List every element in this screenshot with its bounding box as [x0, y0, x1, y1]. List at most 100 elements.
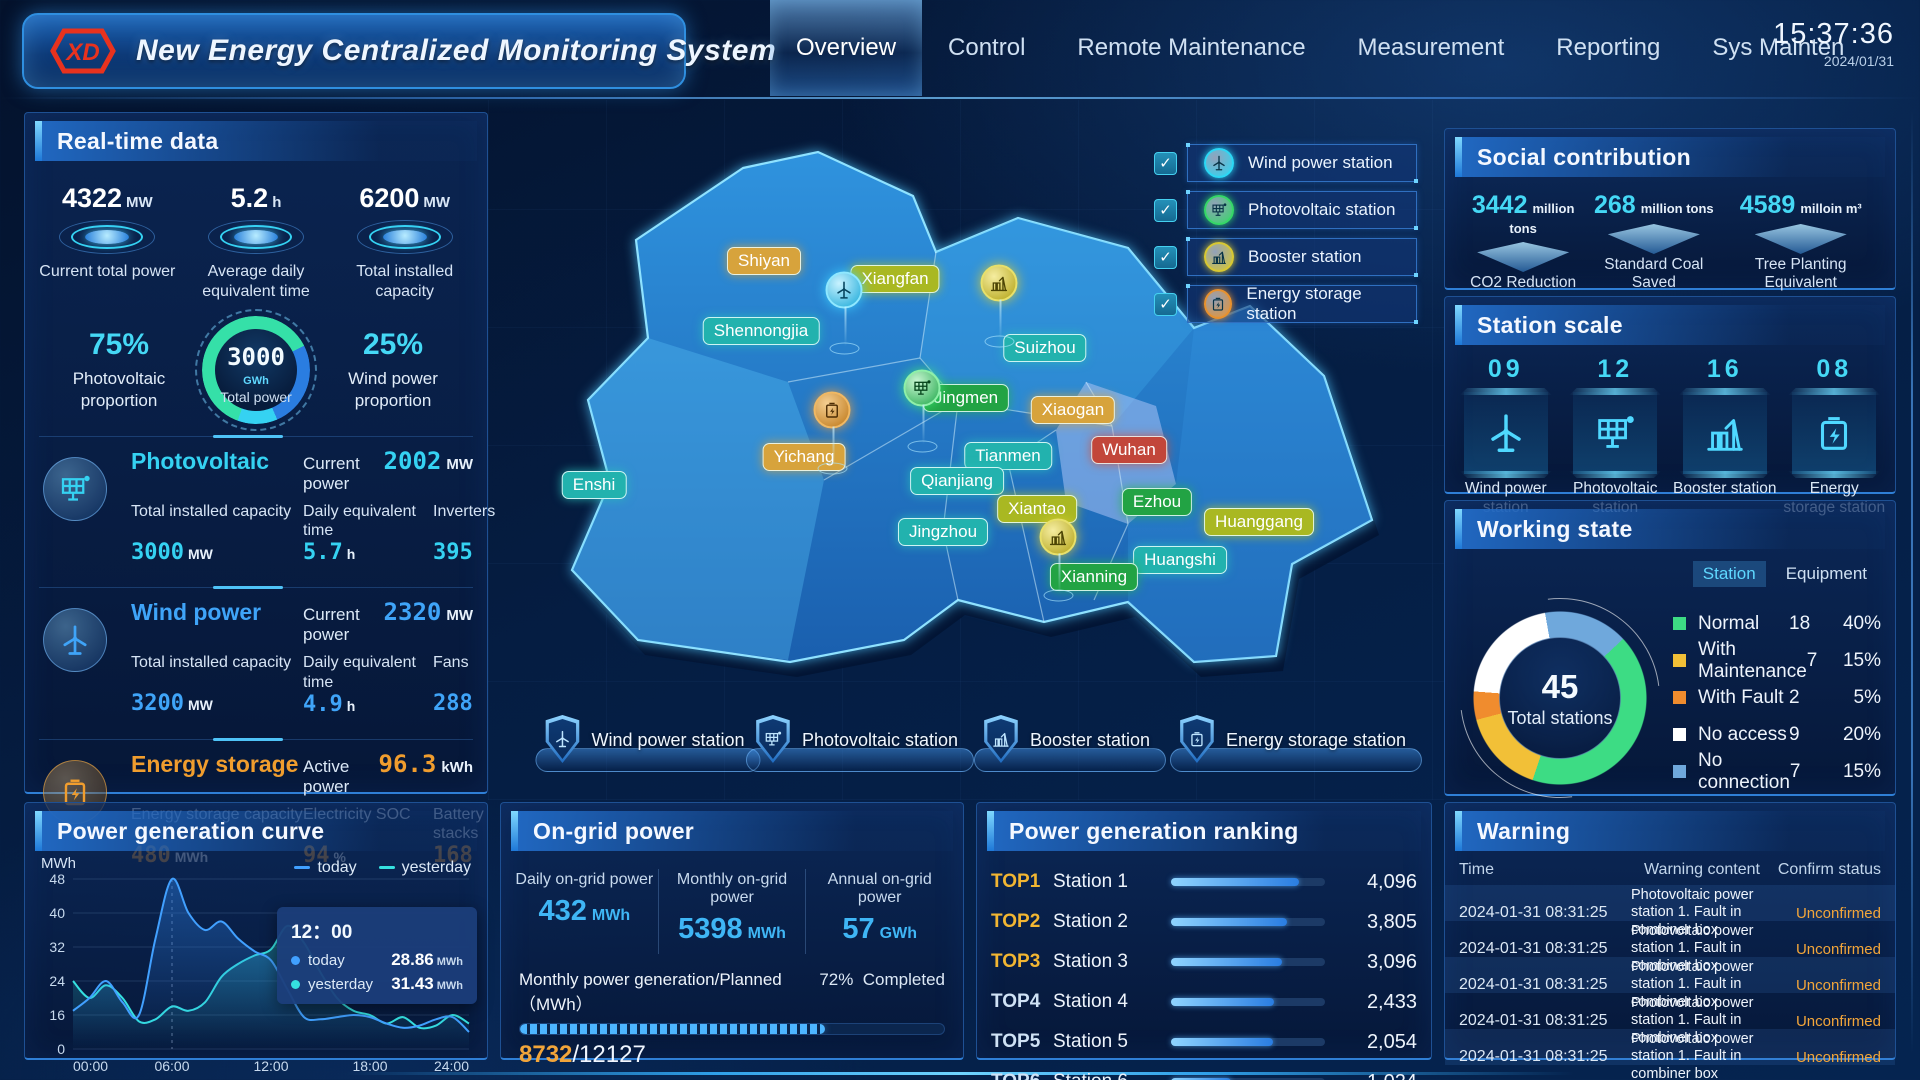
svg-text:24: 24 — [49, 973, 65, 989]
wind-section: Wind powerCurrent power2320MWTotal insta… — [39, 587, 473, 726]
svg-text:00:00: 00:00 — [73, 1058, 108, 1074]
section-title: Wind power — [131, 599, 303, 626]
warning-column-header: Time — [1459, 861, 1627, 879]
warning-column-header: Warning content — [1627, 861, 1777, 879]
total-stations-label: Total stations — [1507, 708, 1612, 729]
nav-item-control[interactable]: Control — [922, 0, 1051, 96]
city-label-jingzhou[interactable]: Jingzhou — [898, 518, 988, 546]
state-percent: 15% — [1839, 650, 1881, 672]
ranking-value: 4,096 — [1339, 871, 1417, 894]
state-label: With Fault — [1698, 687, 1789, 709]
checkbox-checked-icon[interactable]: ✓ — [1154, 246, 1177, 269]
city-label-xiaogan[interactable]: Xiaogan — [1031, 396, 1115, 424]
layer-toggle-booster-station[interactable]: ✓ Booster station — [1154, 238, 1417, 276]
nav-item-measurement[interactable]: Measurement — [1332, 0, 1531, 96]
station-scale-label: Booster station — [1673, 480, 1777, 499]
city-label-enshi[interactable]: Enshi — [562, 471, 627, 499]
checkbox-checked-icon[interactable]: ✓ — [1154, 199, 1177, 222]
realtime-proportions: 75% Photovoltaic proportion 3000 GWh Tot… — [25, 316, 487, 424]
city-label-xiangfan[interactable]: Xiangfan — [850, 265, 939, 293]
layer-label: Wind power station — [1248, 153, 1393, 173]
ongrid-stat: Annual on-grid power57GWh — [805, 869, 953, 954]
tooltip-series-row: today28.86MWh — [291, 950, 463, 970]
donut-ring — [1471, 609, 1649, 787]
social-item-label: CO2 Reduction — [1461, 274, 1585, 292]
city-label-xiantao[interactable]: Xiantao — [997, 495, 1077, 523]
pv-proportion-value: 75% — [55, 328, 183, 362]
social-item: 4589milloin m³Tree Planting Equivalent — [1722, 191, 1879, 292]
donut-center: 45 Total stations — [1471, 609, 1649, 787]
donut-inner-ring — [1499, 637, 1621, 759]
checkbox-checked-icon[interactable]: ✓ — [1154, 293, 1177, 316]
curve-panel-header: Power generation curve — [35, 811, 477, 851]
working-state-panel: Working state StationEquipment 45 Total … — [1444, 500, 1896, 796]
map-type-badges: Wind power stationPhotovoltaic stationBo… — [488, 718, 1444, 778]
nav-item-reporting[interactable]: Reporting — [1530, 0, 1686, 96]
state-count: 18 — [1789, 613, 1829, 635]
warning-content: Photovoltaic power station 1. Fault in c… — [1627, 1031, 1777, 1080]
dashboard: XD New Energy Centralized Monitoring Sys… — [0, 0, 1920, 1080]
pv-station-marker[interactable] — [904, 370, 941, 407]
state-label: With Maintenance — [1698, 639, 1807, 683]
metric: Daily equivalent time5.7h — [303, 502, 433, 565]
state-count: 7 — [1807, 650, 1839, 672]
wind-station-marker[interactable] — [826, 272, 863, 309]
station-scale-item: 16Booster station — [1673, 355, 1777, 517]
city-label-qianjiang[interactable]: Qianjiang — [910, 467, 1004, 495]
city-label-suizhou[interactable]: Suizhou — [1003, 334, 1086, 362]
nav-item-remote-maintenance[interactable]: Remote Maintenance — [1051, 0, 1331, 96]
current-power-unit: kWh — [441, 759, 473, 776]
station-name: Station 2 — [1053, 911, 1171, 933]
social-item-label: Standard Coal Saved — [1585, 256, 1722, 292]
layer-toggle-energy-storage-station[interactable]: ✓Energy storage station — [1154, 285, 1417, 323]
stat-value: 5.2h — [182, 183, 331, 214]
booster-station-marker[interactable] — [981, 265, 1018, 302]
city-label-huangshi[interactable]: Huangshi — [1133, 546, 1227, 574]
ongrid-stat-value: 57GWh — [806, 913, 953, 946]
pv-proportion-label: Photovoltaic proportion — [55, 368, 183, 412]
wind-proportion-label: Wind power proportion — [329, 368, 457, 412]
xd-logo-icon: XD — [50, 27, 116, 75]
layer-legend-box: Booster station — [1187, 238, 1417, 276]
ongrid-stats: Daily on-grid power432MWhMonthly on-grid… — [511, 869, 953, 954]
nav-item-overview[interactable]: Overview — [770, 0, 922, 96]
city-label-xianning[interactable]: Xianning — [1050, 563, 1138, 591]
state-label: Normal — [1698, 613, 1789, 635]
city-label-huanggang[interactable]: Huanggang — [1204, 508, 1314, 536]
station-name: Station 5 — [1053, 1031, 1171, 1053]
city-label-shennongjia[interactable]: Shennongjia — [703, 317, 820, 345]
state-label: No access — [1698, 724, 1789, 746]
current-power-label: Current power — [303, 605, 372, 645]
city-label-wuhan[interactable]: Wuhan — [1091, 436, 1167, 464]
map-badge-energy-storage-station: Energy storage station — [1170, 718, 1422, 770]
layer-toggle-photovoltaic-station[interactable]: ✓Photovoltaic station — [1154, 191, 1417, 229]
warning-panel-title: Warning — [1477, 818, 1570, 845]
current-power-label: Current power — [303, 454, 372, 494]
booster-station-marker[interactable] — [1040, 519, 1077, 556]
gauge-value: 3000 — [227, 343, 285, 371]
city-label-shiyan[interactable]: Shiyan — [727, 247, 801, 275]
section-metrics: Total installed capacity3000MWDaily equi… — [131, 502, 473, 565]
legend-color-square — [1673, 691, 1686, 704]
map[interactable]: ShiyanXiangfanShennongjiaSuizhouJingmenX… — [488, 100, 1444, 800]
ongrid-stat-label: Daily on-grid power — [511, 871, 658, 889]
metric-value: 4.9h — [303, 692, 433, 717]
city-label-tianmen[interactable]: Tianmen — [964, 442, 1052, 470]
realtime-stat: 4322MWCurrent total power — [33, 183, 182, 302]
ranking-row: TOP3Station 33,096 — [991, 947, 1417, 977]
pedestal-icon — [1755, 224, 1847, 254]
warning-time: 2024-01-31 08:31:25 — [1459, 976, 1627, 994]
storage-station-marker[interactable] — [814, 392, 851, 429]
tab-equipment[interactable]: Equipment — [1776, 561, 1877, 587]
city-label-ezhou[interactable]: Ezhou — [1122, 488, 1192, 516]
state-count: 2 — [1789, 687, 1829, 709]
tab-station[interactable]: Station — [1693, 561, 1766, 587]
stat-value: 6200MW — [330, 183, 479, 214]
total-power-gauge: 3000 GWh Total power — [202, 316, 310, 424]
pedestal-icon — [1477, 242, 1569, 272]
state-count: 7 — [1790, 761, 1830, 783]
layer-toggle-wind-power-station[interactable]: ✓ Wind power station — [1154, 144, 1417, 182]
checkbox-checked-icon[interactable]: ✓ — [1154, 152, 1177, 175]
state-label: No connection — [1698, 750, 1790, 794]
realtime-stat: 6200MWTotal installed capacity — [330, 183, 479, 302]
